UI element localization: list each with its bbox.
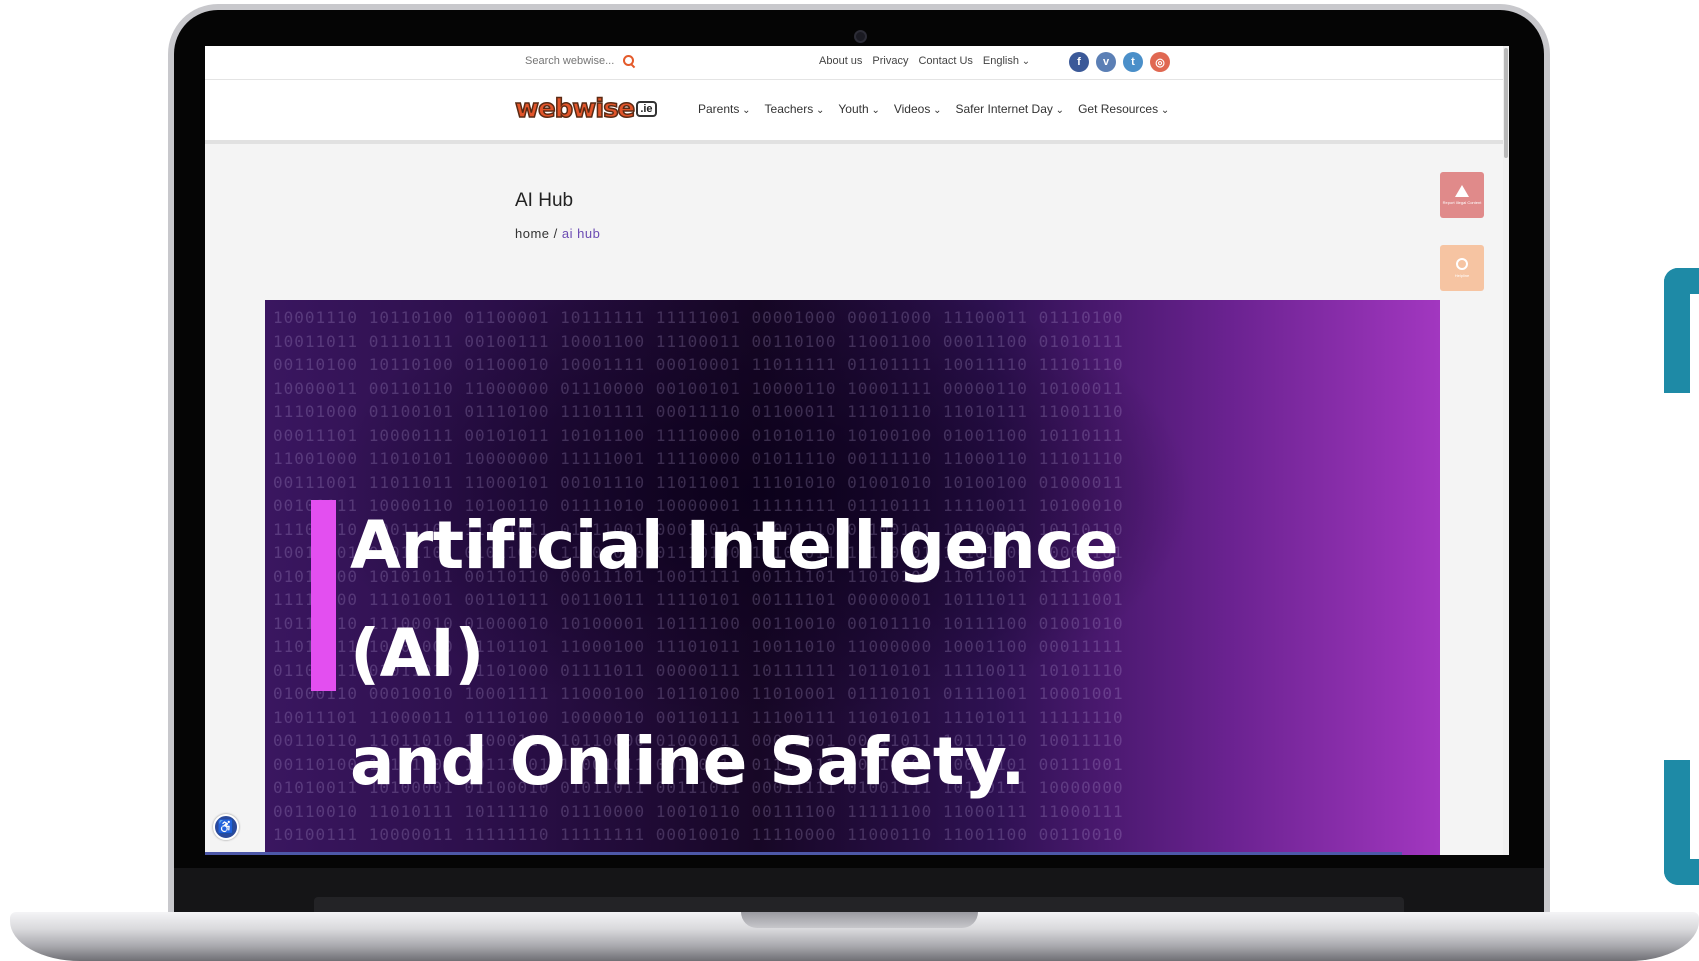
report-label: Report Illegal Content: [1442, 200, 1482, 205]
scrollbar-track[interactable]: [1503, 46, 1509, 855]
nav-videos[interactable]: Videos: [894, 102, 942, 116]
breadcrumb-separator: /: [549, 226, 562, 241]
social-links: f v t ◎: [1069, 52, 1170, 72]
report-content-button[interactable]: Report Illegal Content: [1440, 172, 1484, 218]
warning-icon: [1455, 185, 1469, 197]
browser-screen: About us Privacy Contact Us English f v …: [205, 46, 1509, 855]
utility-bar: About us Privacy Contact Us English f v …: [205, 46, 1509, 80]
main-nav: Parents Teachers Youth Videos Safer Inte…: [698, 102, 1169, 116]
nav-youth[interactable]: Youth: [838, 102, 879, 116]
vimeo-icon[interactable]: v: [1096, 52, 1116, 72]
search-input[interactable]: [525, 55, 615, 67]
page-title: AI Hub: [515, 190, 574, 211]
privacy-link[interactable]: Privacy: [872, 55, 908, 67]
breadcrumb-home[interactable]: home: [515, 226, 550, 241]
logo-text: webwise: [514, 93, 636, 125]
laptop-notch: [741, 912, 978, 928]
about-us-link[interactable]: About us: [819, 55, 862, 67]
hero-heading-line-1: Artificial Intelligence (AI): [350, 507, 1119, 692]
site-logo[interactable]: webwise .ie: [514, 93, 657, 125]
lifebuoy-icon: [1456, 258, 1468, 270]
decorative-bracket-top: [1664, 268, 1699, 393]
main-navbar: webwise .ie Parents Teachers Youth Video…: [205, 80, 1509, 144]
contact-us-link[interactable]: Contact Us: [918, 55, 972, 67]
hero-banner: 10001110 10110100 01100001 10111111 1111…: [265, 300, 1440, 855]
nav-teachers[interactable]: Teachers: [765, 102, 825, 116]
breadcrumb-current: ai hub: [561, 226, 601, 241]
webcam: [854, 30, 867, 43]
nav-safer-internet-day[interactable]: Safer Internet Day: [956, 102, 1065, 116]
search-icon[interactable]: [623, 55, 635, 67]
facebook-icon[interactable]: f: [1069, 52, 1089, 72]
logo-badge: .ie: [636, 101, 657, 117]
content-divider: [205, 852, 1402, 855]
accessibility-icon[interactable]: ♿: [213, 814, 239, 840]
hero-heading: Artificial Intelligence (AI) and Online …: [350, 492, 1250, 816]
instagram-icon[interactable]: ◎: [1150, 52, 1170, 72]
hero-heading-line-2: and Online Safety.: [350, 723, 1025, 800]
twitter-icon[interactable]: t: [1123, 52, 1143, 72]
scrollbar-thumb[interactable]: [1504, 48, 1508, 158]
nav-parents[interactable]: Parents: [698, 102, 751, 116]
helpline-button[interactable]: Helpline: [1440, 245, 1484, 291]
utility-links: About us Privacy Contact Us English: [819, 55, 1030, 67]
helpline-label: Helpline: [1454, 273, 1470, 278]
search-box[interactable]: [525, 55, 635, 67]
nav-get-resources[interactable]: Get Resources: [1078, 102, 1169, 116]
decorative-bracket-bottom: [1664, 760, 1699, 885]
hero-accent-bar: [311, 500, 336, 691]
breadcrumb: home / ai hub: [515, 226, 600, 241]
language-select[interactable]: English: [983, 55, 1030, 67]
